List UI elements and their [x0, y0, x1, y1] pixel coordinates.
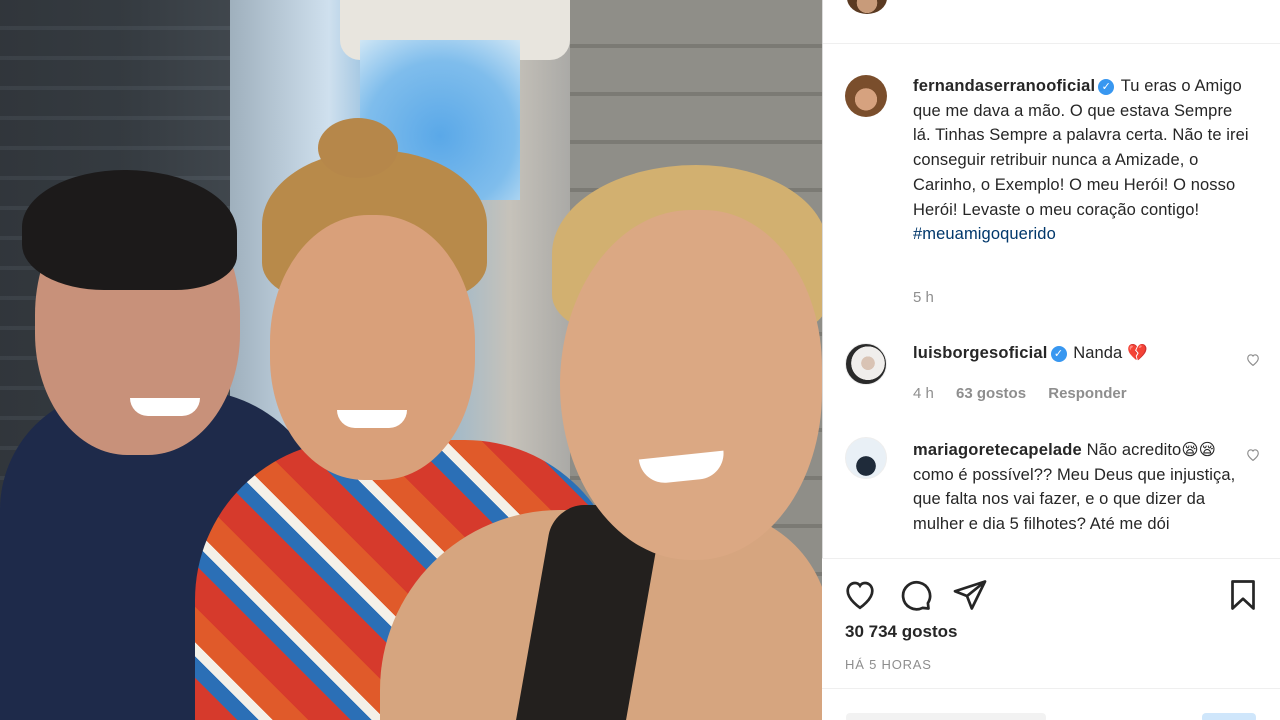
comment-heart-icon[interactable]: [1244, 353, 1262, 371]
verified-badge-icon: ✓: [1098, 79, 1115, 95]
post-comment-button[interactable]: [1202, 713, 1256, 720]
photo-person-1-smile: [130, 398, 200, 416]
caption-text: Tu eras o Amigo que me dava a mão. O que…: [913, 77, 1249, 219]
comment-meta: 4 h 63 gostos Responder: [913, 385, 1145, 402]
comment-heart-icon[interactable]: [1244, 448, 1262, 466]
post-header: [823, 0, 1280, 44]
paper-plane-icon[interactable]: [952, 577, 988, 613]
photo-person-2-smile: [337, 410, 407, 428]
caption-hashtag[interactable]: #meuamigoquerido: [913, 225, 1056, 243]
post-likes-count[interactable]: 30 734 gostos: [845, 622, 957, 642]
comment-likes-count[interactable]: 63 gostos: [956, 385, 1026, 402]
add-comment-input[interactable]: [846, 713, 1046, 720]
post-caption: fernandaserranooficial ✓ Tu eras o Amigo …: [913, 74, 1253, 247]
comment-item: luisborgesoficial ✓ Nanda 💔: [913, 341, 1253, 366]
comment-avatar[interactable]: [845, 343, 887, 385]
comment-timestamp[interactable]: 4 h: [913, 385, 934, 402]
comment-avatar[interactable]: [845, 437, 887, 479]
post-posted-ago[interactable]: HÁ 5 HORAS: [845, 657, 932, 672]
photo-person-3-head: [560, 210, 822, 560]
comment-reply-button[interactable]: Responder: [1048, 385, 1126, 402]
post-photo[interactable]: [0, 0, 822, 720]
photo-person-2-head: [270, 215, 475, 480]
header-avatar[interactable]: [847, 0, 887, 14]
header-follow-button[interactable]: [1191, 0, 1221, 2]
comment-item: mariagoretecapelade Não acredito😪😪como é…: [913, 438, 1253, 556]
caption-author-avatar[interactable]: [845, 75, 887, 117]
bookmark-icon[interactable]: [1225, 577, 1261, 613]
photo-person-1-hair: [22, 170, 237, 290]
verified-badge-icon: ✓: [1050, 346, 1067, 362]
caption-timestamp[interactable]: 5 h: [913, 289, 934, 306]
photo-person-2-bun: [318, 118, 398, 178]
add-comment-bar: [822, 688, 1280, 720]
comment-username[interactable]: luisborgesoficial: [913, 344, 1048, 362]
comment-text: Nanda 💔: [1073, 344, 1148, 362]
caption-author-username[interactable]: fernandaserranooficial: [913, 77, 1095, 95]
comment-bubble-icon[interactable]: [897, 577, 933, 613]
comment-username[interactable]: mariagoretecapelade: [913, 441, 1082, 459]
heart-icon[interactable]: [842, 577, 878, 613]
